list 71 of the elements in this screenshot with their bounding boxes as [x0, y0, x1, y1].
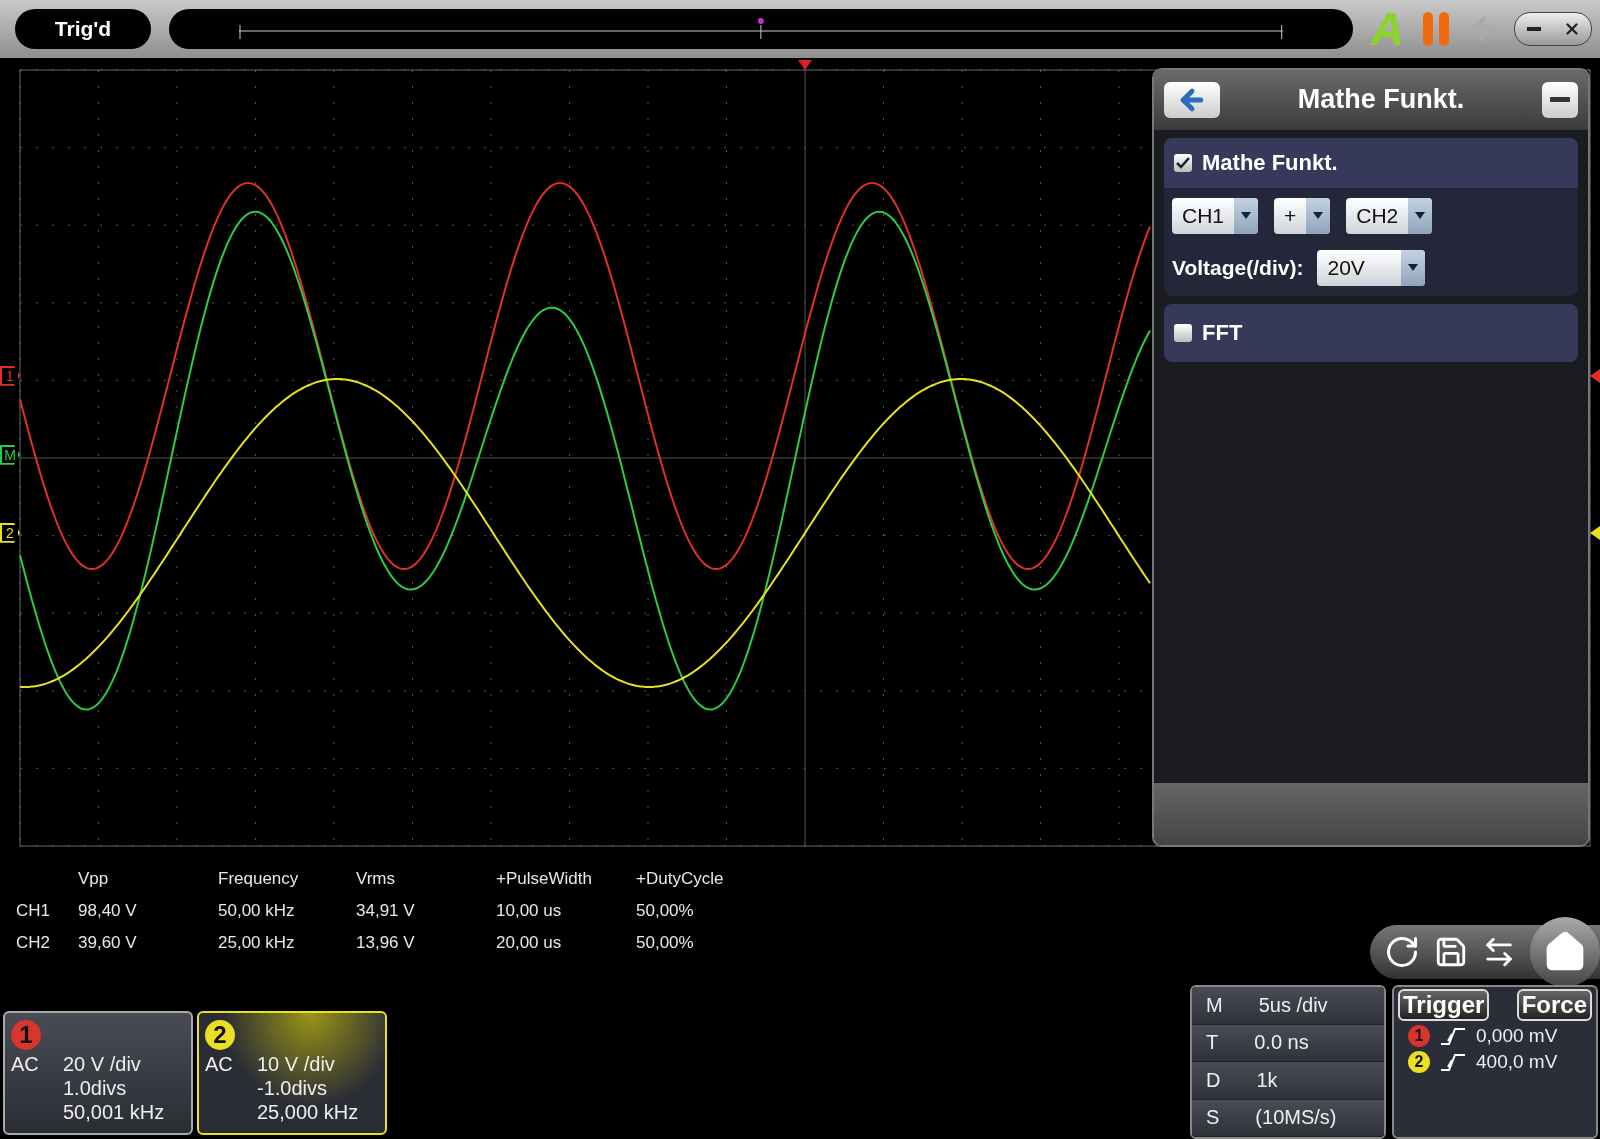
- column-header: Vpp: [78, 869, 110, 889]
- source-dropdown[interactable]: CH1: [1172, 197, 1258, 234]
- checkmark-icon: [1176, 156, 1190, 169]
- voltage-label: Voltage(/div):: [1172, 255, 1304, 280]
- trigger-status: Trig'd: [15, 8, 151, 49]
- row-label: CH2: [16, 933, 51, 953]
- table-cell-text: 50,00%: [636, 933, 695, 953]
- collapse-button[interactable]: [1542, 81, 1578, 118]
- panel-title: Mathe Funkt.: [1297, 84, 1465, 116]
- frequency-value: 25,000 kHz: [257, 1101, 360, 1125]
- scale-value: 20 V /div: [63, 1053, 142, 1077]
- table-cell-text: 25,00 kHz: [218, 933, 296, 953]
- timebase-value: 5us /div: [1258, 993, 1328, 1017]
- offset-value: 1.0divs: [63, 1077, 128, 1101]
- timebase-key: D: [1206, 1068, 1221, 1092]
- timeline-bar[interactable]: [169, 8, 1353, 49]
- timebase-value: (10MS/s): [1255, 1106, 1337, 1130]
- scale-value: 10 V /div: [257, 1053, 336, 1077]
- checkbox[interactable]: [1174, 323, 1192, 342]
- channel-badge: 1: [11, 1020, 41, 1050]
- refresh-icon[interactable]: [1384, 934, 1420, 970]
- checkbox[interactable]: [1174, 153, 1192, 172]
- table-cell-text: 50,00 kHz: [218, 901, 296, 921]
- caret-icon: [1415, 212, 1426, 220]
- timebase-key: M: [1206, 993, 1223, 1017]
- timebase-key: S: [1206, 1106, 1220, 1130]
- coupling-label: AC: [205, 1053, 234, 1077]
- channel-marker[interactable]: M: [0, 444, 20, 465]
- timebase-key: T: [1206, 1031, 1219, 1055]
- table-cell-text: 13,96 V: [356, 933, 416, 953]
- table-cell-text: 34,91 V: [356, 901, 416, 921]
- source-dropdown[interactable]: CH2: [1346, 197, 1433, 234]
- voltage-dropdown[interactable]: 20V: [1317, 249, 1426, 286]
- timebase-value: 1k: [1256, 1068, 1278, 1092]
- offset-value: -1.0divs: [257, 1077, 329, 1101]
- column-header: +PulseWidth: [496, 869, 593, 889]
- checkbox-label: Mathe Funkt.: [1202, 149, 1338, 176]
- channel-card[interactable]: 1 AC 20 V /div 1.0divs 50,001 kHz: [3, 1011, 193, 1135]
- channel-card[interactable]: 2 AC 10 V /div -1.0divs 25,000 kHz: [197, 1011, 387, 1135]
- table-cell-text: 50,00%: [636, 901, 695, 921]
- trigger-button[interactable]: Trigger: [1398, 989, 1490, 1021]
- table-cell-text: 39,60 V: [78, 933, 138, 953]
- timebase-value: 0.0 ns: [1254, 1031, 1309, 1055]
- rising-edge-icon: [1440, 1052, 1466, 1072]
- coupling-label: AC: [11, 1053, 40, 1077]
- column-header: Frequency: [218, 869, 300, 889]
- trigger-level: 400,0 mV: [1476, 1051, 1558, 1073]
- minus-icon: [1550, 97, 1570, 103]
- channel-badge: 2: [1408, 1051, 1430, 1073]
- table-cell-text: 98,40 V: [78, 901, 138, 921]
- frequency-value: 50,001 kHz: [63, 1101, 166, 1125]
- channel-marker[interactable]: 1: [0, 365, 20, 386]
- back-button[interactable]: [1164, 81, 1220, 118]
- row-label: CH1: [16, 901, 51, 921]
- caret-icon: [1313, 212, 1324, 220]
- trigger-level: 0,000 mV: [1476, 1025, 1558, 1047]
- caret-icon: [1408, 264, 1419, 272]
- table-cell-text: 10,00 us: [496, 901, 563, 921]
- force-button[interactable]: Force: [1516, 989, 1592, 1021]
- channel-badge: 2: [205, 1020, 235, 1050]
- table-cell-text: 20,00 us: [496, 933, 563, 953]
- rising-edge-icon: [1440, 1026, 1466, 1046]
- column-header: Vrms: [356, 869, 397, 889]
- operator-dropdown[interactable]: +: [1274, 197, 1331, 234]
- channel-badge: 1: [1408, 1025, 1430, 1047]
- save-icon[interactable]: [1434, 935, 1468, 969]
- column-header: +DutyCycle: [636, 869, 725, 889]
- channel-marker[interactable]: 2: [0, 522, 20, 543]
- minimize-icon: [1527, 26, 1541, 31]
- caret-icon: [1241, 212, 1251, 220]
- checkbox-label: FFT: [1202, 319, 1243, 346]
